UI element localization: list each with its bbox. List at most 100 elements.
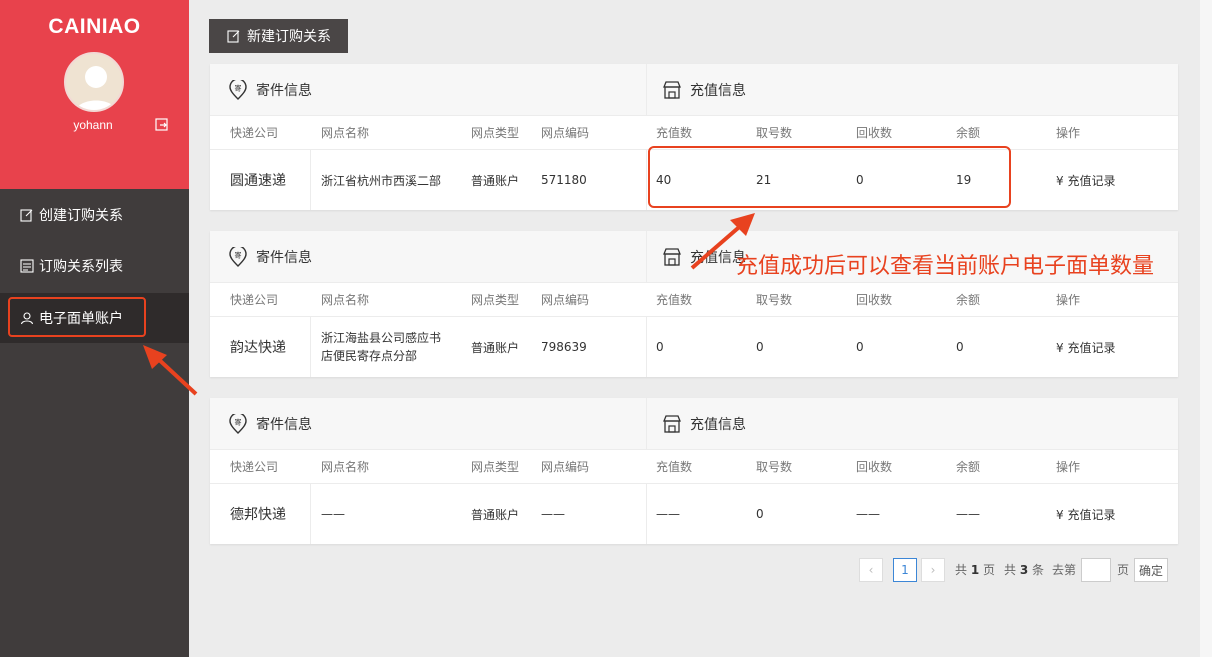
sender-title-text: 寄件信息 — [256, 417, 312, 433]
location-pin-icon: 寄 — [229, 247, 247, 267]
col-header-taken: 取号数 — [756, 460, 793, 474]
col-header-recharge: 充值数 — [656, 293, 693, 307]
branch-type: 普通账户 — [471, 507, 520, 522]
column-headers: 快递公司 网点名称 网点类型 网点编码 充值数 取号数 回收数 余额 操作 — [210, 450, 1178, 484]
divider — [646, 398, 647, 450]
annotation-highlight-box — [648, 146, 1011, 208]
sidebar-header: CAINIAO yohann — [0, 0, 189, 189]
branch-type: 普通账户 — [471, 173, 520, 188]
divider — [646, 231, 647, 283]
col-header-branch-code: 网点编码 — [541, 293, 590, 307]
company-name: 德邦快递 — [210, 484, 311, 544]
divider — [646, 64, 647, 116]
recharge-count: 0 — [656, 340, 664, 354]
divider — [646, 484, 647, 544]
total-prefix: 共 — [1004, 563, 1017, 577]
recharge-title-text: 充值信息 — [690, 83, 746, 99]
col-header-branch-name: 网点名称 — [321, 126, 370, 140]
total-pages-value: 1 — [970, 563, 980, 577]
location-pin-icon: 寄 — [229, 414, 247, 434]
goto-page-input[interactable] — [1081, 558, 1111, 582]
edit-icon — [20, 209, 33, 222]
branch-name: 浙江省杭州市西溪二部 — [321, 173, 442, 188]
col-header-balance: 余额 — [956, 293, 981, 307]
recharge-title-text: 充值信息 — [690, 417, 746, 433]
col-header-balance: 余额 — [956, 126, 981, 140]
divider — [646, 150, 647, 210]
branch-type: 普通账户 — [471, 340, 520, 355]
sender-section-title: 寄 寄件信息 — [228, 398, 312, 450]
logout-icon[interactable] — [155, 118, 169, 132]
document-list-icon — [20, 259, 34, 273]
page-number-button[interactable]: 1 — [893, 558, 917, 582]
edit-icon — [227, 30, 240, 43]
user-avatar-icon — [75, 66, 117, 110]
new-subscription-button[interactable]: 新建订购关系 — [209, 19, 348, 53]
col-header-branch-type: 网点类型 — [471, 293, 520, 307]
total-prefix: 共 — [955, 563, 968, 577]
annotation-highlight-nav — [8, 297, 146, 337]
recycled-count: 0 — [856, 340, 864, 354]
col-header-recycled: 回收数 — [856, 460, 893, 474]
col-header-recycled: 回收数 — [856, 293, 893, 307]
branch-name: 浙江海盐县公司感应书店便民寄存点分部 — [321, 331, 442, 363]
next-page-button[interactable]: › — [921, 558, 945, 582]
items-unit: 条 — [1032, 563, 1045, 577]
col-header-action: 操作 — [1056, 126, 1081, 140]
col-header-recharge: 充值数 — [656, 126, 693, 140]
sender-title-text: 寄件信息 — [256, 250, 312, 266]
recharge-section-title: 充值信息 — [662, 231, 746, 283]
col-header-recycled: 回收数 — [856, 126, 893, 140]
balance: 0 — [956, 340, 964, 354]
recharge-record-link[interactable]: ¥ 充值记录 — [1056, 317, 1115, 377]
col-header-balance: 余额 — [956, 460, 981, 474]
store-icon — [663, 248, 681, 266]
card-header: 寄 寄件信息 充值信息 — [210, 64, 1178, 116]
recharge-count: —— — [656, 507, 680, 521]
page-suffix: 页 — [1117, 563, 1130, 577]
col-header-branch-name: 网点名称 — [321, 293, 370, 307]
col-header-branch-type: 网点类型 — [471, 126, 520, 140]
total-items-text: 共 3 条 — [1004, 558, 1044, 582]
sidebar-item-subscription-list[interactable]: 订购关系列表 — [0, 241, 189, 291]
col-header-taken: 取号数 — [756, 293, 793, 307]
sidebar-item-create-subscription[interactable]: 创建订购关系 — [0, 190, 189, 240]
logo: CAINIAO — [48, 15, 141, 38]
company-name: 韵达快递 — [210, 317, 311, 377]
table-row: 韵达快递 浙江海盐县公司感应书店便民寄存点分部 普通账户 798639 0 0 … — [210, 317, 1178, 377]
avatar[interactable] — [64, 52, 124, 112]
col-header-branch-code: 网点编码 — [541, 126, 590, 140]
column-headers: 快递公司 网点名称 网点类型 网点编码 充值数 取号数 回收数 余额 操作 — [210, 283, 1178, 317]
scrollbar-track[interactable] — [1200, 0, 1212, 657]
svg-text:寄: 寄 — [235, 418, 242, 427]
col-header-branch-type: 网点类型 — [471, 460, 520, 474]
recharge-record-link[interactable]: ¥ 充值记录 — [1056, 484, 1115, 544]
branch-code: 798639 — [541, 340, 587, 354]
new-subscription-label: 新建订购关系 — [247, 29, 331, 45]
svg-text:寄: 寄 — [235, 251, 242, 260]
recharge-record-link[interactable]: ¥ 充值记录 — [1056, 150, 1115, 210]
col-header-company: 快递公司 — [230, 126, 279, 140]
store-icon — [663, 415, 681, 433]
col-header-branch-name: 网点名称 — [321, 460, 370, 474]
recycled-count: —— — [856, 507, 880, 521]
col-header-action: 操作 — [1056, 460, 1081, 474]
location-pin-icon: 寄 — [229, 80, 247, 100]
col-header-recharge: 充值数 — [656, 460, 693, 474]
confirm-button[interactable]: 确定 — [1134, 558, 1168, 582]
branch-code: 571180 — [541, 173, 587, 187]
divider — [646, 317, 647, 377]
card-header: 寄 寄件信息 充值信息 — [210, 398, 1178, 450]
prev-page-button[interactable]: ‹ — [859, 558, 883, 582]
account-card: 寄 寄件信息 充值信息 快递公司 网点名称 网点类型 网点编码 充值数 取号数 … — [210, 398, 1178, 544]
svg-text:寄: 寄 — [235, 84, 242, 93]
sidebar-item-label: 订购关系列表 — [39, 259, 123, 275]
pages-unit: 页 — [983, 563, 996, 577]
col-header-taken: 取号数 — [756, 126, 793, 140]
sender-section-title: 寄 寄件信息 — [228, 64, 312, 116]
goto-label: 去第 — [1052, 563, 1077, 577]
branch-name: —— — [321, 507, 345, 521]
col-header-company: 快递公司 — [230, 293, 279, 307]
total-items-value: 3 — [1019, 563, 1029, 577]
taken-count: 0 — [756, 507, 764, 521]
